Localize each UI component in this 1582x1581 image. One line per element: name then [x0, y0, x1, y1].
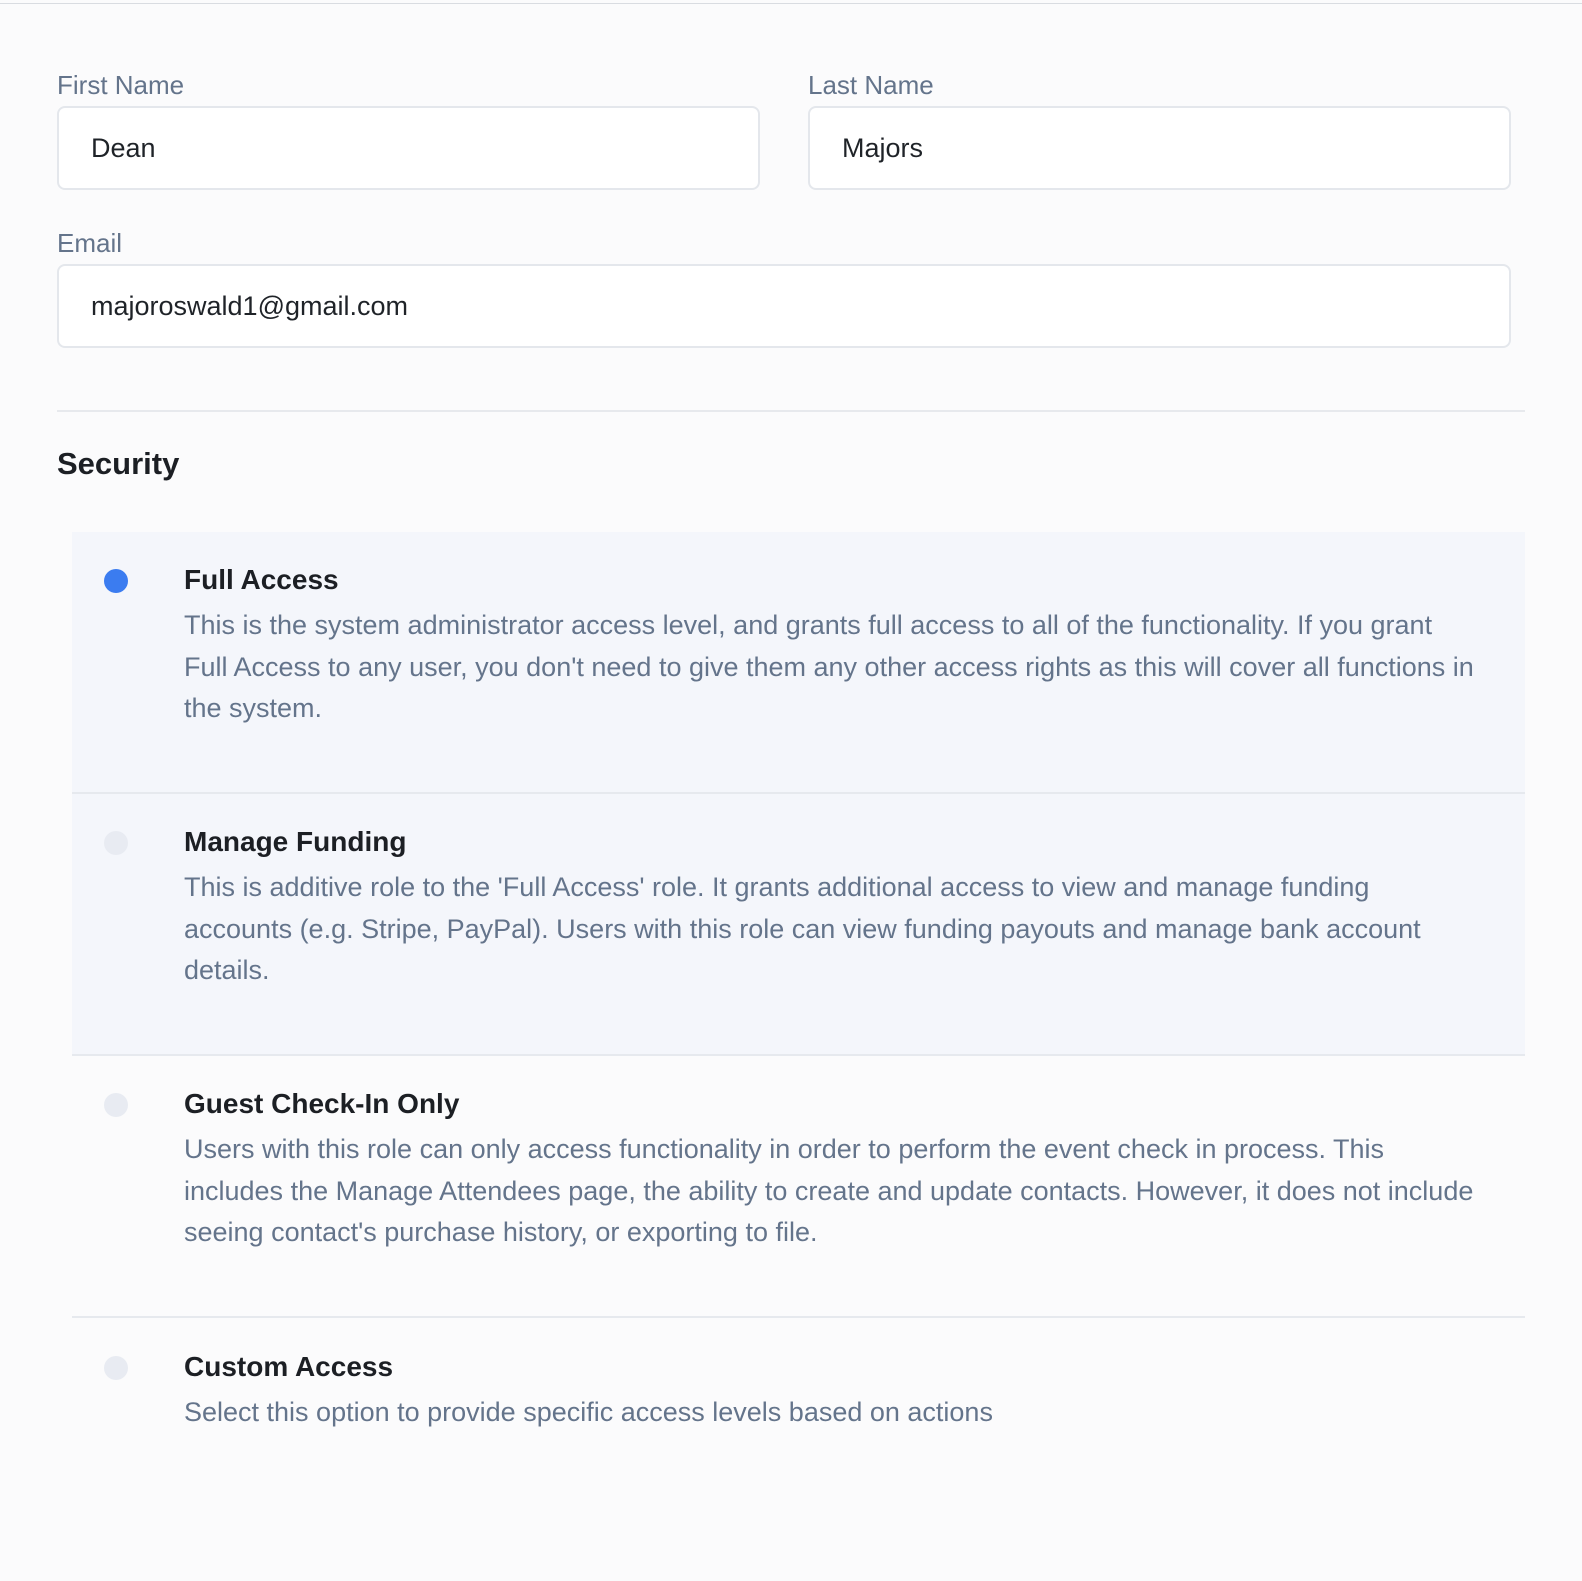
top-divider — [0, 3, 1582, 4]
option-description: Select this option to provide specific a… — [184, 1397, 993, 1427]
last-name-input[interactable] — [808, 106, 1511, 190]
radio-guest-check-in-only[interactable] — [104, 1093, 128, 1117]
radio-manage-funding[interactable] — [104, 831, 128, 855]
email-input[interactable] — [57, 264, 1511, 348]
radio-custom-access[interactable] — [104, 1356, 128, 1380]
option-description: This is the system administrator access … — [184, 610, 1474, 723]
security-section-title: Security — [57, 446, 180, 481]
option-guest-check-in-only[interactable]: Guest Check-In Only Users with this role… — [72, 1056, 1525, 1318]
last-name-label: Last Name — [808, 70, 934, 100]
option-title: Manage Funding — [184, 826, 407, 857]
option-title: Guest Check-In Only — [184, 1088, 460, 1119]
option-description: Users with this role can only access fun… — [184, 1134, 1474, 1247]
email-label: Email — [57, 228, 123, 258]
first-name-input[interactable] — [57, 106, 760, 190]
first-name-label: First Name — [57, 70, 185, 100]
section-divider — [57, 410, 1525, 412]
radio-full-access[interactable] — [104, 569, 128, 593]
option-full-access[interactable]: Full Access This is the system administr… — [72, 532, 1525, 794]
option-title: Full Access — [184, 564, 339, 595]
option-description: This is additive role to the 'Full Acces… — [184, 872, 1421, 985]
option-manage-funding[interactable]: Manage Funding This is additive role to … — [72, 794, 1525, 1056]
option-custom-access[interactable]: Custom Access Select this option to prov… — [72, 1319, 1525, 1581]
option-title: Custom Access — [184, 1351, 394, 1382]
